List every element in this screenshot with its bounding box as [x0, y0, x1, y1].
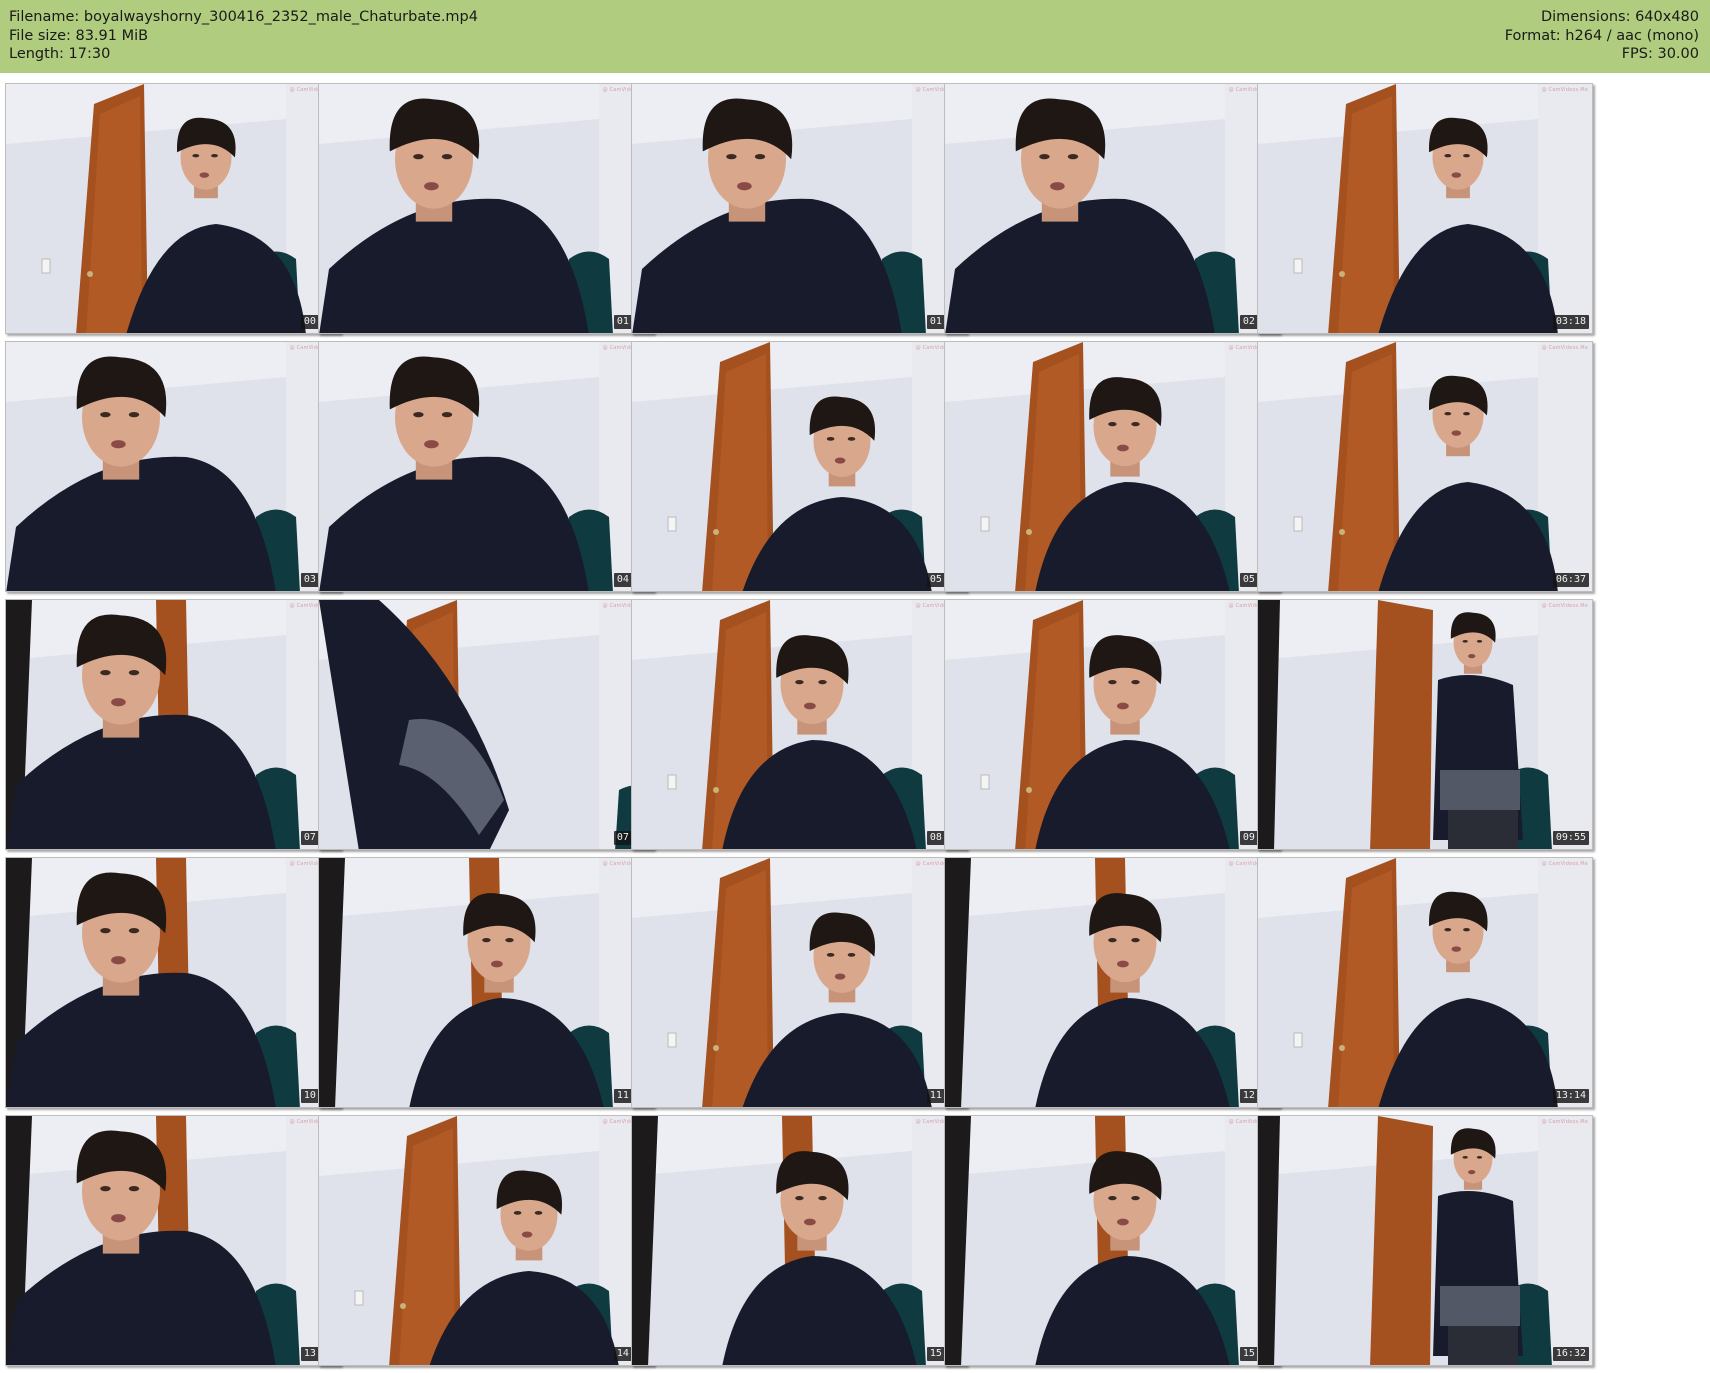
thumbnail-frame-image — [6, 858, 340, 1107]
video-thumbnail: @ CamVideos.Me 09:55 — [1257, 599, 1593, 850]
thumbnail-frame-image — [319, 342, 653, 591]
video-thumbnail: @ CamVideos.Me15:53 — [944, 1115, 1280, 1366]
watermark-text: @ CamVideos.Me — [1541, 861, 1588, 867]
timestamp-label: 03:18 — [1552, 315, 1589, 329]
thumbnail-grid: @ CamVideos.Me00:39@ CamVideos.Me01:19@ … — [0, 0, 1710, 1373]
thumbnail-frame-image — [945, 84, 1279, 333]
timestamp-label: 09:55 — [1552, 831, 1589, 845]
video-thumbnail: @ CamVideos.Me04:38 — [318, 341, 654, 592]
video-thumbnail: @ CamVideos.Me10:35 — [5, 857, 341, 1108]
video-thumbnail: @ CamVideos.Me08:36 — [631, 599, 967, 850]
timestamp-label: 06:37 — [1552, 573, 1589, 587]
video-thumbnail: @ CamVideos.Me05:17 — [631, 341, 967, 592]
thumbnail-frame-image — [632, 600, 966, 849]
thumbnail-frame-image — [6, 84, 340, 333]
timestamp-label: 16:32 — [1552, 1347, 1589, 1361]
thumbnail-frame-image — [1258, 600, 1592, 849]
thumbnail-frame-image — [319, 858, 653, 1107]
video-thumbnail: @ CamVideos.Me01:59 — [631, 83, 967, 334]
thumbnail-frame-image — [632, 858, 966, 1107]
thumbnail-frame-image — [945, 342, 1279, 591]
thumbnail-frame-image — [1258, 1116, 1592, 1365]
thumbnail-frame-image — [319, 600, 653, 849]
thumbnail-frame-image — [945, 600, 1279, 849]
thumbnail-frame-image — [319, 1116, 653, 1365]
thumbnail-frame-image — [1258, 342, 1592, 591]
thumbnail-frame-image — [632, 342, 966, 591]
video-thumbnail: @ CamVideos.Me07:16 — [5, 599, 341, 850]
video-thumbnail: @ CamVideos.Me05:57 — [944, 341, 1280, 592]
video-thumbnail: @ CamVideos.Me12:34 — [944, 857, 1280, 1108]
thumbnail-frame-image — [1258, 84, 1592, 333]
thumbnail-frame-image — [945, 1116, 1279, 1365]
video-thumbnail: @ CamVideos.Me01:19 — [318, 83, 654, 334]
video-thumbnail: @ CamVideos.Me14:33 — [318, 1115, 654, 1366]
watermark-text: @ CamVideos.Me — [1541, 345, 1588, 351]
watermark-text: @ CamVideos.Me — [1541, 1119, 1588, 1125]
thumbnail-frame-image — [632, 84, 966, 333]
video-thumbnail: @ CamVideos.Me11:15 — [318, 857, 654, 1108]
video-thumbnail: @ CamVideos.Me 13:14 — [1257, 857, 1593, 1108]
video-thumbnail: @ CamVideos.Me11:54 — [631, 857, 967, 1108]
video-thumbnail: @ CamVideos.Me 03:18 — [1257, 83, 1593, 334]
video-thumbnail: @ CamVideos.Me00:39 — [5, 83, 341, 334]
timestamp-label: 13:14 — [1552, 1089, 1589, 1103]
video-thumbnail: @ CamVideos.Me15:13 — [631, 1115, 967, 1366]
thumbnail-frame-image — [632, 1116, 966, 1365]
video-thumbnail: @ CamVideos.Me 16:32 — [1257, 1115, 1593, 1366]
video-thumbnail: @ CamVideos.Me 06:37 — [1257, 341, 1593, 592]
video-thumbnail: @ CamVideos.Me02:38 — [944, 83, 1280, 334]
video-thumbnail: @ CamVideos.Me09:16 — [944, 599, 1280, 850]
thumbnail-frame-image — [6, 1116, 340, 1365]
video-thumbnail: @ CamVideos.Me13:54 — [5, 1115, 341, 1366]
video-thumbnail: @ CamVideos.Me07:56 — [318, 599, 654, 850]
thumbnail-frame-image — [1258, 858, 1592, 1107]
watermark-text: @ CamVideos.Me — [1541, 603, 1588, 609]
thumbnail-frame-image — [6, 342, 340, 591]
thumbnail-frame-image — [945, 858, 1279, 1107]
thumbnail-frame-image — [319, 84, 653, 333]
video-thumbnail: @ CamVideos.Me03:58 — [5, 341, 341, 592]
thumbnail-frame-image — [6, 600, 340, 849]
watermark-text: @ CamVideos.Me — [1541, 87, 1588, 93]
